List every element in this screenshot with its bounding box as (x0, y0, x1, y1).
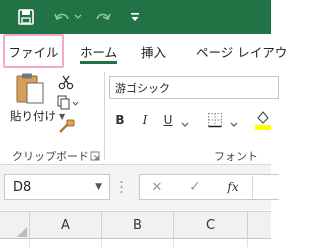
name-box[interactable]: D8 ▼ (4, 174, 110, 200)
grid-line (29, 239, 30, 247)
font-group-label: フォント (214, 150, 258, 163)
font-name-value: 游ゴシック (115, 81, 170, 95)
enter-icon[interactable]: ✓ (186, 178, 204, 196)
paste-label: 貼り付け (10, 109, 56, 123)
tab-page-layout-label: ページ レイアウ (196, 44, 288, 60)
copy-icon[interactable] (56, 95, 80, 111)
grid-line (101, 239, 102, 247)
tab-insert-label: 挿入 (141, 44, 167, 60)
undo-icon[interactable] (52, 6, 72, 28)
column-header-a[interactable]: A (29, 212, 101, 239)
name-box-dropdown-icon[interactable]: ▼ (95, 182, 102, 192)
border-icon[interactable] (207, 112, 223, 131)
ribbon: 貼り付け ▼ クリップボード 游ゴシック B I U フォント (0, 68, 279, 164)
font-name-box[interactable]: 游ゴシック (109, 76, 279, 99)
insert-function-icon[interactable]: fx (223, 178, 243, 196)
tab-file[interactable]: ファイル (3, 34, 64, 68)
column-header-c[interactable]: C (173, 212, 247, 239)
format-painter-icon[interactable] (58, 118, 76, 134)
title-bar (0, 0, 271, 34)
undo-dropdown-icon[interactable] (72, 6, 84, 28)
dialog-launcher-icon[interactable] (90, 150, 100, 161)
cut-icon[interactable] (58, 74, 74, 90)
tab-home[interactable]: ホーム (80, 34, 118, 68)
paste-icon[interactable] (14, 72, 50, 106)
border-dropdown-icon[interactable] (230, 117, 238, 131)
save-icon[interactable] (16, 6, 36, 28)
name-box-value: D8 (13, 179, 32, 195)
grid-line (247, 239, 248, 247)
column-c-label: C (205, 218, 216, 233)
selected-tab-underline (80, 61, 118, 64)
underline-dropdown-icon[interactable] (181, 117, 189, 131)
customize-qat-icon[interactable] (128, 6, 142, 28)
bold-button[interactable]: B (113, 111, 127, 129)
cell-grid[interactable] (0, 239, 271, 247)
column-header-row: A B C (0, 211, 271, 239)
cancel-icon[interactable]: ✕ (148, 178, 166, 196)
ribbon-tabs: ファイル ホーム 挿入 ページ レイアウ (0, 34, 287, 68)
grid-line (173, 239, 174, 247)
column-header-b[interactable]: B (101, 212, 173, 239)
tab-home-label: ホーム (80, 44, 118, 60)
group-separator (104, 72, 105, 160)
select-all-corner[interactable] (0, 212, 29, 239)
formula-bar: D8 ▼ ✕ ✓ fx (0, 165, 279, 210)
splitter-handle[interactable] (120, 179, 123, 195)
formula-input[interactable] (252, 176, 280, 198)
fill-color-icon[interactable] (255, 108, 271, 133)
underline-button[interactable]: U (161, 111, 175, 129)
column-a-label: A (61, 218, 70, 233)
tab-file-label: ファイル (8, 44, 59, 60)
redo-icon[interactable] (93, 6, 113, 28)
column-b-label: B (133, 218, 142, 233)
tab-insert[interactable]: 挿入 (141, 34, 166, 68)
italic-button[interactable]: I (138, 111, 152, 129)
clipboard-group-label: クリップボード (12, 150, 89, 163)
column-header-d[interactable] (247, 212, 271, 239)
tab-page-layout[interactable]: ページ レイアウ (196, 34, 287, 68)
formula-area: ✕ ✓ fx (139, 174, 279, 200)
